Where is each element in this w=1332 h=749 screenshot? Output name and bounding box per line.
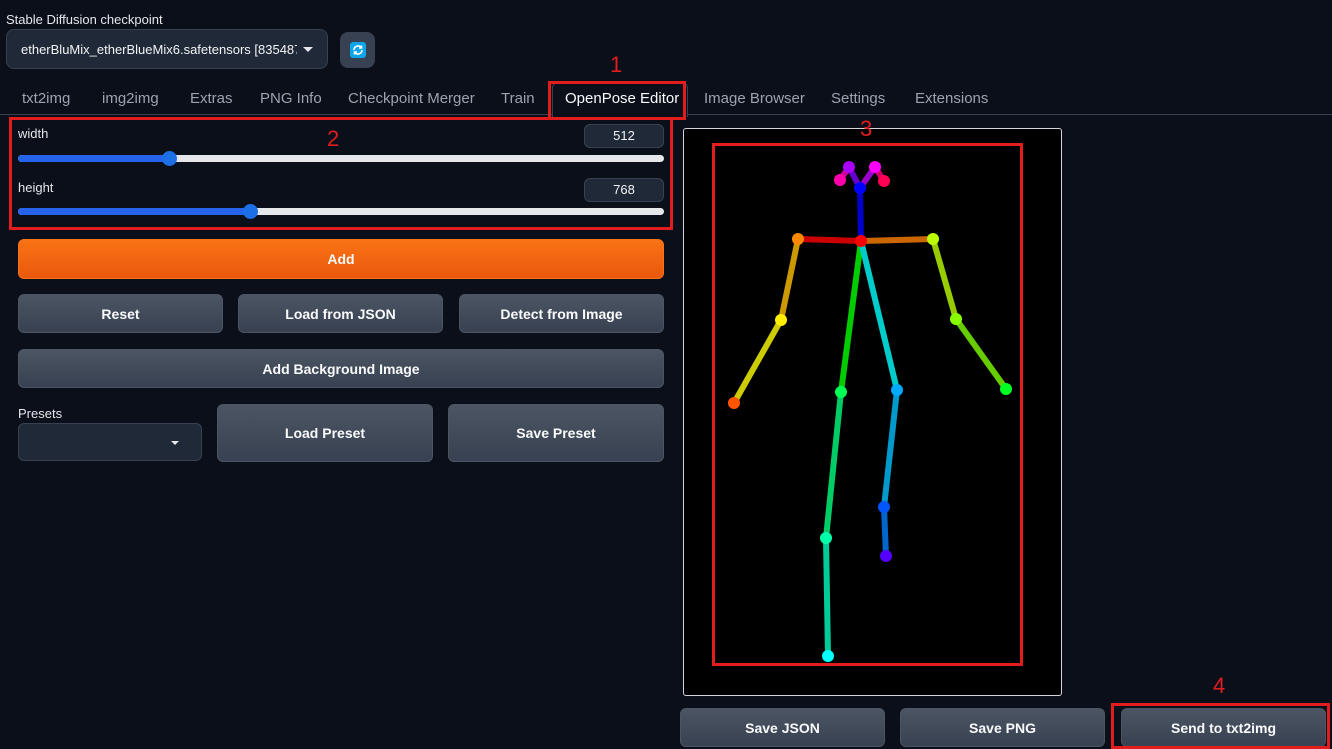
annotation-number-2: 2	[327, 126, 340, 151]
chevron-down-icon	[171, 441, 179, 445]
presets-dropdown[interactable]	[18, 423, 202, 461]
load-from-json-button[interactable]: Load from JSON	[238, 294, 443, 333]
tab-settings[interactable]: Settings	[831, 90, 885, 107]
load-preset-button[interactable]: Load Preset	[217, 404, 433, 462]
detect-from-image-button[interactable]: Detect from Image	[459, 294, 664, 333]
save-png-button[interactable]: Save PNG	[900, 708, 1105, 747]
refresh-icon	[349, 42, 366, 58]
tab-checkpoint-merger[interactable]: Checkpoint Merger	[348, 90, 475, 107]
presets-label: Presets	[18, 406, 63, 421]
reset-button[interactable]: Reset	[18, 294, 223, 333]
tab-png-info[interactable]: PNG Info	[260, 90, 322, 107]
annotation-number-1: 1	[610, 52, 623, 77]
annotation-box-2	[9, 117, 673, 230]
tab-img2img[interactable]: img2img	[102, 90, 159, 107]
save-json-button[interactable]: Save JSON	[680, 708, 885, 747]
tab-image-browser[interactable]: Image Browser	[704, 90, 805, 107]
annotation-box-1	[548, 81, 686, 120]
tab-train[interactable]: Train	[501, 90, 535, 107]
tab-txt2img[interactable]: txt2img	[22, 90, 70, 107]
tab-extensions[interactable]: Extensions	[915, 90, 988, 107]
add-background-image-button[interactable]: Add Background Image	[18, 349, 664, 388]
checkpoint-dropdown[interactable]: etherBluMix_etherBlueMix6.safetensors [8…	[6, 29, 328, 69]
annotation-number-4: 4	[1213, 673, 1226, 698]
annotation-box-3	[712, 143, 1023, 666]
add-button[interactable]: Add	[18, 239, 664, 279]
annotation-box-4	[1111, 703, 1330, 749]
refresh-checkpoint-button[interactable]	[340, 32, 375, 68]
tab-extras[interactable]: Extras	[190, 90, 233, 107]
checkpoint-value: etherBluMix_etherBlueMix6.safetensors [8…	[21, 41, 297, 57]
save-preset-button[interactable]: Save Preset	[448, 404, 664, 462]
checkpoint-label: Stable Diffusion checkpoint	[6, 12, 163, 27]
chevron-down-icon	[303, 46, 313, 52]
annotation-number-3: 3	[860, 116, 873, 141]
